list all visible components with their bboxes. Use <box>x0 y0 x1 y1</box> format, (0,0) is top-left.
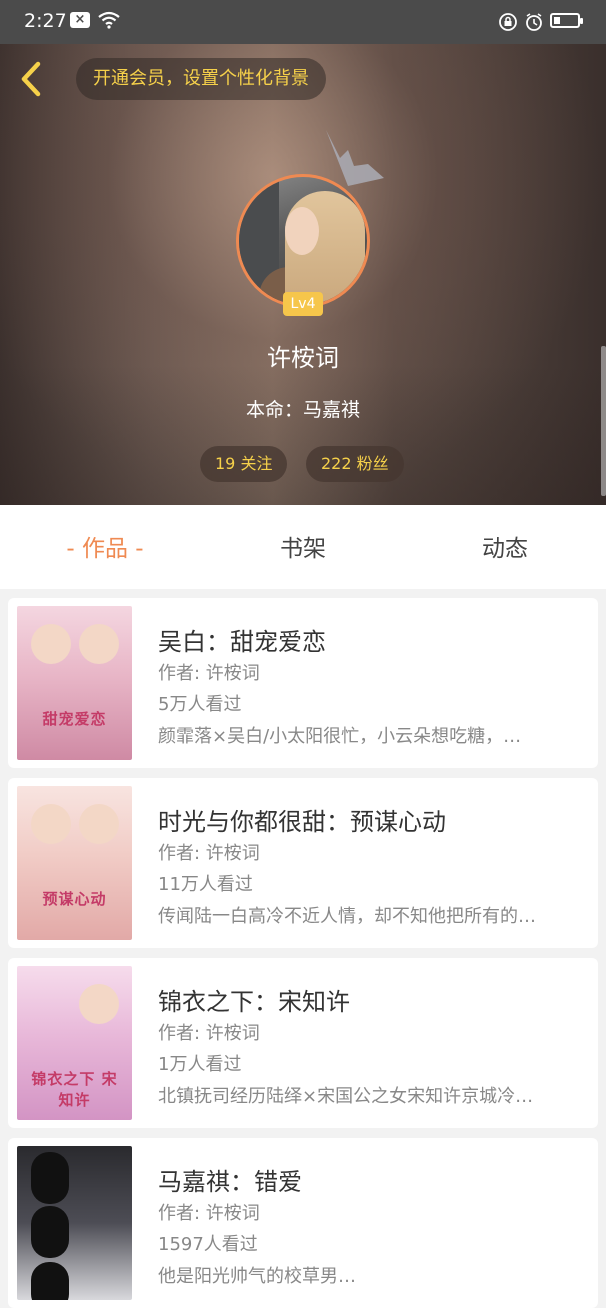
book-views: 1万人看过 <box>158 1054 242 1075</box>
book-description: 传闻陆一白高冷不近人情，却不知他把所有的… <box>158 906 536 927</box>
alarm-icon <box>526 13 542 31</box>
profile-header: 2:27 × 开通会员，设置个性化背景 Lv4 许桉词 本命：马嘉祺 19 关注… <box>0 0 606 505</box>
vip-background-button[interactable]: 开通会员，设置个性化背景 <box>76 58 326 100</box>
book-title: 时光与你都很甜：预谋心动 <box>158 808 446 836</box>
username: 许桉词 <box>267 344 339 372</box>
avatar[interactable] <box>236 174 370 308</box>
book-cover <box>17 1146 132 1300</box>
book-description: 他是阳光帅气的校草男… <box>158 1266 356 1287</box>
scroll-indicator <box>601 346 606 496</box>
profile-tabs: - 作品 - 书架 动态 <box>0 505 606 589</box>
book-card[interactable]: 甜宠爱恋 吴白：甜宠爱恋 作者: 许桉词 5万人看过 颜霏落×吴白/小太阳很忙，… <box>8 598 598 768</box>
tab-works[interactable]: - 作品 - <box>40 505 170 589</box>
book-description: 颜霏落×吴白/小太阳很忙，小云朵想吃糖，… <box>158 726 522 747</box>
notification-x-icon: × <box>70 12 90 28</box>
status-time: 2:27 <box>24 10 67 32</box>
status-bar: 2:27 × <box>0 0 606 44</box>
book-cover: 甜宠爱恋 <box>17 606 132 760</box>
level-badge: Lv4 <box>283 292 323 316</box>
book-title: 吴白：甜宠爱恋 <box>158 628 326 656</box>
tab-moments[interactable]: 动态 <box>440 505 570 589</box>
book-card[interactable]: 马嘉祺：错爱 作者: 许桉词 1597人看过 他是阳光帅气的校草男… <box>8 1138 598 1308</box>
book-views: 5万人看过 <box>158 694 242 715</box>
book-cover: 锦衣之下 宋知许 <box>17 966 132 1120</box>
wifi-icon <box>98 11 120 29</box>
battery-icon <box>550 13 583 28</box>
crown-icon <box>326 130 384 186</box>
back-arrow-icon[interactable] <box>14 58 50 100</box>
book-author: 作者: 许桉词 <box>158 1203 260 1224</box>
book-author: 作者: 许桉词 <box>158 843 260 864</box>
book-card[interactable]: 预谋心动 时光与你都很甜：预谋心动 作者: 许桉词 11万人看过 传闻陆一白高冷… <box>8 778 598 948</box>
book-cover: 预谋心动 <box>17 786 132 940</box>
book-views: 1597人看过 <box>158 1234 258 1255</box>
user-bio: 本命：马嘉祺 <box>245 399 360 421</box>
tab-bookshelf[interactable]: 书架 <box>240 505 366 589</box>
following-count-button[interactable]: 19 关注 <box>200 446 288 482</box>
rotation-lock-icon <box>499 13 517 31</box>
book-title: 马嘉祺：错爱 <box>158 1168 302 1196</box>
book-card[interactable]: 锦衣之下 宋知许 锦衣之下：宋知许 作者: 许桉词 1万人看过 北镇抚司经历陆绎… <box>8 958 598 1128</box>
book-title: 锦衣之下：宋知许 <box>158 988 350 1016</box>
book-views: 11万人看过 <box>158 874 253 895</box>
fans-count-button[interactable]: 222 粉丝 <box>306 446 404 482</box>
book-author: 作者: 许桉词 <box>158 1023 260 1044</box>
book-description: 北镇抚司经历陆绎×宋国公之女宋知许京城冷… <box>158 1086 534 1107</box>
book-author: 作者: 许桉词 <box>158 663 260 684</box>
